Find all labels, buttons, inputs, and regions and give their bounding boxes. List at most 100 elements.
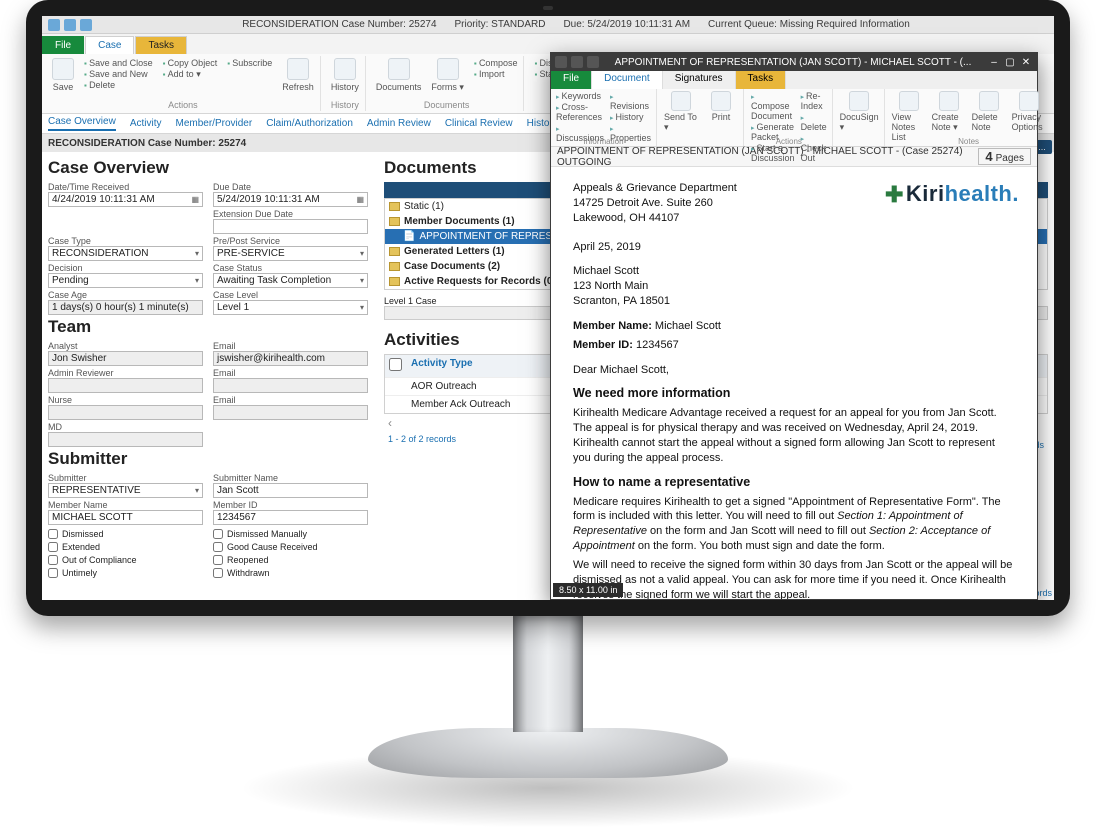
chevron-down-icon[interactable]: ▾	[360, 303, 364, 312]
field-dtr[interactable]: 4/24/2019 10:11:31 AM▦	[48, 192, 203, 207]
field-submitter-name[interactable]: Jan Scott	[213, 483, 368, 498]
maximize-button[interactable]: ▢	[1003, 57, 1017, 68]
qa-icon[interactable]	[571, 56, 583, 68]
subnav-member-provider[interactable]: Member/Provider	[175, 118, 252, 129]
calendar-icon[interactable]: ▦	[356, 195, 364, 204]
cross-references-button[interactable]: Cross-References	[556, 102, 604, 122]
qa-icon[interactable]	[587, 56, 599, 68]
check-good-cause[interactable]: Good Cause Received	[213, 542, 368, 552]
keywords-button[interactable]: Keywords	[556, 91, 604, 101]
qa-icon-1[interactable]	[48, 19, 60, 31]
doc-print-button[interactable]: Print	[704, 91, 738, 122]
logo-part2: health	[945, 181, 1013, 206]
tab-file[interactable]: File	[42, 36, 84, 54]
field-member-name[interactable]: MICHAEL SCOTT	[48, 510, 203, 525]
docusign-icon	[849, 91, 869, 111]
docwin-tab-tasks[interactable]: Tasks	[736, 71, 787, 89]
privacy-icon	[1019, 91, 1039, 111]
field-due[interactable]: 5/24/2019 10:11:31 AM▦	[213, 192, 368, 207]
delete-button[interactable]: Delete	[84, 80, 153, 90]
field-member-id[interactable]: 1234567	[213, 510, 368, 525]
field-prepost[interactable]: PRE-SERVICE▾	[213, 246, 368, 261]
value-case-level: Level 1	[217, 302, 249, 313]
import-button[interactable]: Import	[474, 69, 518, 79]
docwin-titlebar[interactable]: APPOINTMENT OF REPRESENTATION (JAN SCOTT…	[551, 53, 1037, 71]
field-case-type[interactable]: RECONSIDERATION▾	[48, 246, 203, 261]
ribbon-group-history: History History	[325, 56, 366, 111]
field-md	[48, 432, 203, 447]
subnav-clinical-review[interactable]: Clinical Review	[445, 118, 513, 129]
doc-history-button[interactable]: History	[610, 112, 651, 122]
doc-delete-button[interactable]: Delete	[801, 112, 827, 132]
field-submitter[interactable]: REPRESENTATIVE▾	[48, 483, 203, 498]
label-member-name: Member Name	[48, 500, 203, 510]
docwin-tab-file[interactable]: File	[551, 71, 592, 89]
field-admin-reviewer	[48, 378, 203, 393]
create-note-button[interactable]: Create Note ▾	[932, 91, 966, 133]
qa-icon[interactable]	[555, 56, 567, 68]
save-and-close-button[interactable]: Save and Close	[84, 58, 153, 68]
send-to-button[interactable]: Send To ▾	[664, 91, 698, 133]
check-dismissed-man[interactable]: Dismissed Manually	[213, 529, 368, 539]
docusign-button[interactable]: DocuSign ▾	[840, 91, 879, 133]
re-index-button[interactable]: Re-Index	[801, 91, 827, 111]
letter-p1: Kirihealth Medicare Advantage received a…	[573, 406, 1015, 465]
letter-p2b: on the form. You both must sign and date…	[635, 540, 885, 552]
field-case-level[interactable]: Level 1 ▾	[213, 300, 368, 315]
subnav-claim-authorization[interactable]: Claim/Authorization	[266, 118, 353, 129]
doc-start-discussion-button[interactable]: Start a Discussion	[751, 143, 795, 163]
add-to-button[interactable]: Add to ▾	[163, 69, 218, 80]
doc-pages-badge[interactable]: 4Pages	[978, 148, 1031, 165]
calendar-icon[interactable]: ▦	[191, 195, 199, 204]
refresh-icon	[287, 58, 309, 80]
label-case-level: Case Level	[213, 290, 368, 300]
recipient-address: Michael Scott 123 North Main Scranton, P…	[573, 264, 1015, 309]
save-and-new-button[interactable]: Save and New	[84, 69, 153, 79]
field-decision[interactable]: Pending▾	[48, 273, 203, 288]
subnav-case-overview[interactable]: Case Overview	[48, 116, 116, 131]
activity-select-all[interactable]	[389, 358, 402, 371]
revisions-button[interactable]: Revisions	[610, 91, 651, 111]
documents-button[interactable]: Documents	[376, 58, 422, 93]
check-withdrawn[interactable]: Withdrawn	[213, 568, 368, 578]
check-dismissed[interactable]: Dismissed	[48, 529, 203, 539]
subnav-admin-review[interactable]: Admin Review	[367, 118, 431, 129]
check-untimely[interactable]: Untimely	[48, 568, 203, 578]
subscribe-button[interactable]: Subscribe	[227, 58, 272, 68]
qa-icon-3[interactable]	[80, 19, 92, 31]
chevron-down-icon[interactable]: ▾	[195, 276, 199, 285]
chevron-down-icon[interactable]: ▾	[360, 249, 364, 258]
field-case-status[interactable]: Awaiting Task Completion▾	[213, 273, 368, 288]
check-out-of-compliance[interactable]: Out of Compliance	[48, 555, 203, 565]
document-page[interactable]: ✚Kirihealth. Appeals & Grievance Departm…	[551, 167, 1037, 599]
compose-button[interactable]: Compose	[474, 58, 518, 68]
view-notes-button[interactable]: View Notes List	[892, 91, 926, 142]
tab-case[interactable]: Case	[85, 36, 134, 54]
close-button[interactable]: ✕	[1019, 57, 1033, 68]
field-ext[interactable]	[213, 219, 368, 234]
check-reopened[interactable]: Reopened	[213, 555, 368, 565]
forms-button[interactable]: Forms ▾	[431, 58, 464, 93]
delete-note-button[interactable]: Delete Note	[972, 91, 1006, 132]
folder-icon	[389, 202, 400, 211]
chevron-down-icon[interactable]: ▾	[360, 276, 364, 285]
history-button[interactable]: History	[331, 58, 359, 92]
subnav-activity[interactable]: Activity	[130, 118, 162, 129]
qa-icon-2[interactable]	[64, 19, 76, 31]
check-extended[interactable]: Extended	[48, 542, 203, 552]
label-dtr: Date/Time Received	[48, 182, 203, 192]
refresh-button[interactable]: Refresh	[282, 58, 314, 92]
copy-object-button[interactable]: Copy Object	[163, 58, 218, 68]
minimize-button[interactable]: –	[987, 57, 1001, 68]
chevron-down-icon[interactable]: ▾	[195, 486, 199, 495]
chevron-down-icon[interactable]: ▾	[195, 249, 199, 258]
tab-tasks[interactable]: Tasks	[135, 36, 187, 54]
privacy-options-button[interactable]: Privacy Options	[1012, 91, 1046, 132]
compose-document-button[interactable]: Compose Document	[751, 91, 795, 121]
save-button[interactable]: Save	[52, 58, 74, 92]
tree-static-label: Static (1)	[404, 201, 444, 212]
label-admin-email: Email	[213, 368, 368, 378]
check-extended-label: Extended	[62, 542, 100, 552]
docwin-tab-document[interactable]: Document	[592, 71, 663, 89]
docwin-tab-signatures[interactable]: Signatures	[663, 71, 736, 89]
